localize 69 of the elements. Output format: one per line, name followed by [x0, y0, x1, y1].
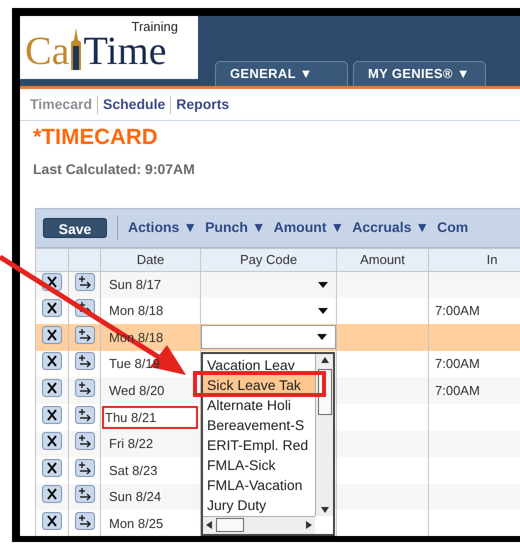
delete-icon[interactable]: [42, 406, 62, 424]
scroll-down-icon[interactable]: [320, 506, 328, 512]
subnav-link[interactable]: Reports: [176, 94, 230, 115]
date-cell-text: Mon 8/18: [108, 302, 164, 320]
delete-icon[interactable]: [42, 432, 62, 450]
scroll-right-icon[interactable]: [306, 521, 312, 529]
vertical-scrollbar[interactable]: [315, 354, 333, 516]
nav-tab[interactable]: MY GENIES® ▼: [353, 61, 486, 86]
nav-tab[interactable]: GENERAL ▼: [215, 61, 348, 86]
pay-code-field[interactable]: [201, 325, 336, 350]
scroll-left-icon[interactable]: [206, 521, 212, 529]
toolbar-menu[interactable]: Amount ▼: [274, 217, 344, 238]
page-title: *TIMECARD: [32, 123, 159, 150]
caret-icon[interactable]: [318, 308, 328, 314]
logo-tagline: Training: [132, 18, 178, 36]
table-row[interactable]: Sun 8/17: [36, 271, 520, 298]
add-row-icon[interactable]: [74, 512, 94, 530]
subnav-link[interactable]: Schedule: [103, 94, 166, 115]
date-cell-text: Sun 8/17: [108, 276, 162, 294]
delete-icon[interactable]: [42, 458, 62, 477]
add-row-icon[interactable]: [74, 326, 94, 344]
column-header: Amount: [336, 248, 428, 271]
add-row-icon[interactable]: [74, 458, 94, 477]
delete-icon[interactable]: [42, 326, 62, 344]
date-cell: Thu 8/21: [102, 406, 198, 430]
logo: Ca Time Training: [20, 16, 198, 79]
date-cell-text: Sat 8/23: [108, 462, 158, 480]
add-row-icon[interactable]: [74, 406, 94, 424]
pay-code-option[interactable]: Jury Duty: [203, 494, 315, 514]
add-row-icon[interactable]: [74, 378, 94, 397]
time-cell: 7:00AM: [435, 382, 480, 398]
horizontal-scrollbar[interactable]: [203, 516, 315, 534]
date-cell-text: Wed 8/20: [108, 382, 166, 400]
table-row[interactable]: Mon 8/18 7:00AM: [36, 298, 520, 324]
toolbar-menu[interactable]: Actions ▼: [128, 217, 198, 238]
caret-icon[interactable]: [317, 334, 327, 340]
toolbar-menu[interactable]: Accruals ▼: [352, 217, 430, 238]
add-row-icon[interactable]: [74, 272, 94, 291]
delete-icon[interactable]: [42, 299, 62, 318]
date-cell-text: Mon 8/25: [108, 514, 164, 533]
add-row-icon[interactable]: [74, 485, 94, 504]
date-cell-text: Sun 8/24: [108, 488, 162, 506]
scrollbar-thumb[interactable]: [216, 518, 244, 532]
last-calculated: Last Calculated: 9:07AM: [32, 160, 196, 178]
pay-code-option[interactable]: Bereavement-S: [203, 414, 315, 434]
pay-code-option[interactable]: Sick Leave Tak: [203, 374, 315, 394]
column-header: Date: [100, 248, 200, 271]
pay-code-option[interactable]: Alternate Holi: [203, 394, 315, 414]
delete-icon[interactable]: [42, 485, 62, 504]
column-header: In: [428, 248, 520, 271]
date-cell-text: Fri 8/22: [108, 435, 154, 454]
add-row-icon[interactable]: [74, 352, 94, 370]
scroll-up-icon[interactable]: [320, 356, 328, 362]
pay-code-option[interactable]: FMLA-Sick: [203, 454, 315, 474]
add-row-icon[interactable]: [74, 432, 94, 450]
tower-icon: [69, 28, 84, 70]
delete-icon[interactable]: [42, 512, 62, 530]
caret-icon[interactable]: [318, 282, 328, 288]
pay-code-option[interactable]: ERIT-Empl. Red: [203, 434, 315, 454]
pay-code-option[interactable]: Vacation Leav: [203, 354, 315, 374]
save-button[interactable]: Save: [43, 218, 107, 238]
delete-icon[interactable]: [42, 352, 62, 370]
toolbar-menu[interactable]: Punch ▼: [205, 217, 266, 238]
time-cell: 7:00AM: [435, 303, 480, 318]
column-header: Pay Code: [200, 248, 336, 271]
time-cell: 7:00AM: [435, 356, 480, 372]
pay-code-option[interactable]: FMLA-Vacation: [203, 474, 315, 494]
delete-icon[interactable]: [42, 378, 62, 397]
toolbar-menu[interactable]: Com: [437, 217, 468, 238]
